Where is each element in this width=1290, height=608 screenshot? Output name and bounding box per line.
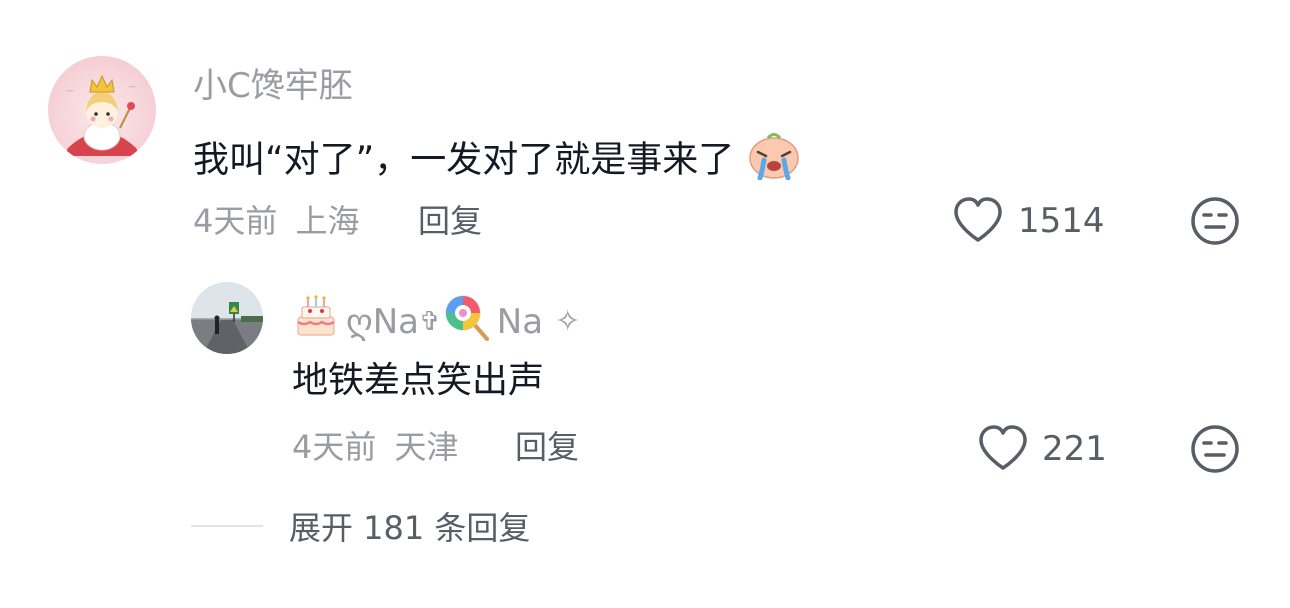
crying-face-icon <box>746 132 802 191</box>
commenter-username[interactable]: 小C馋牢胚 <box>193 66 353 106</box>
replier-name-part1: ღNa <box>346 301 419 342</box>
reply-location: 天津 <box>394 428 459 466</box>
birthday-cake-icon <box>292 295 340 348</box>
reply-like-count: 221 <box>1042 429 1107 469</box>
replier-name-star: ✧ <box>555 303 581 339</box>
expand-divider <box>191 525 263 527</box>
road-photo-icon <box>191 282 263 354</box>
svg-text:~: ~ <box>128 82 136 93</box>
reply-like-button[interactable] <box>977 424 1029 472</box>
svg-text:~: ~ <box>66 86 74 97</box>
comment-like-count: 1514 <box>1018 201 1105 241</box>
reply-meta: 4天前 天津 <box>292 427 459 467</box>
replier-username[interactable]: ღNa ✞ Na ✧ <box>292 293 580 350</box>
replier-name-cross: ✞ <box>419 306 441 337</box>
reply-text: 地铁差点笑出声 <box>292 360 545 401</box>
lollipop-icon <box>443 293 491 350</box>
comment-like-button[interactable] <box>952 196 1004 244</box>
reply-time: 4天前 <box>292 428 377 466</box>
reply-reply-button[interactable]: 回复 <box>515 427 579 467</box>
comment-time: 4天前 <box>193 202 278 240</box>
commenter-avatar[interactable]: ~ ~ <box>48 56 156 164</box>
heart-icon <box>979 425 1027 470</box>
expand-replies-button[interactable]: 展开 181 条回复 <box>289 508 530 548</box>
neutral-face-icon <box>1191 197 1239 245</box>
replier-name-part2: Na <box>496 301 544 342</box>
neutral-face-icon <box>1191 425 1239 473</box>
princess-avatar-icon: ~ ~ <box>64 74 140 156</box>
replier-avatar[interactable] <box>191 282 263 354</box>
reply-dislike-button[interactable] <box>1190 424 1240 474</box>
comment-text-line: 我叫“对了”，一发对了就是事来了 <box>193 132 802 191</box>
comment-reply-button[interactable]: 回复 <box>418 201 482 241</box>
comment-dislike-button[interactable] <box>1190 196 1240 246</box>
comment-text: 我叫“对了”，一发对了就是事来了 <box>193 139 735 181</box>
heart-icon <box>954 197 1002 242</box>
comment-location: 上海 <box>295 202 360 240</box>
comment-meta: 4天前 上海 <box>193 201 360 241</box>
